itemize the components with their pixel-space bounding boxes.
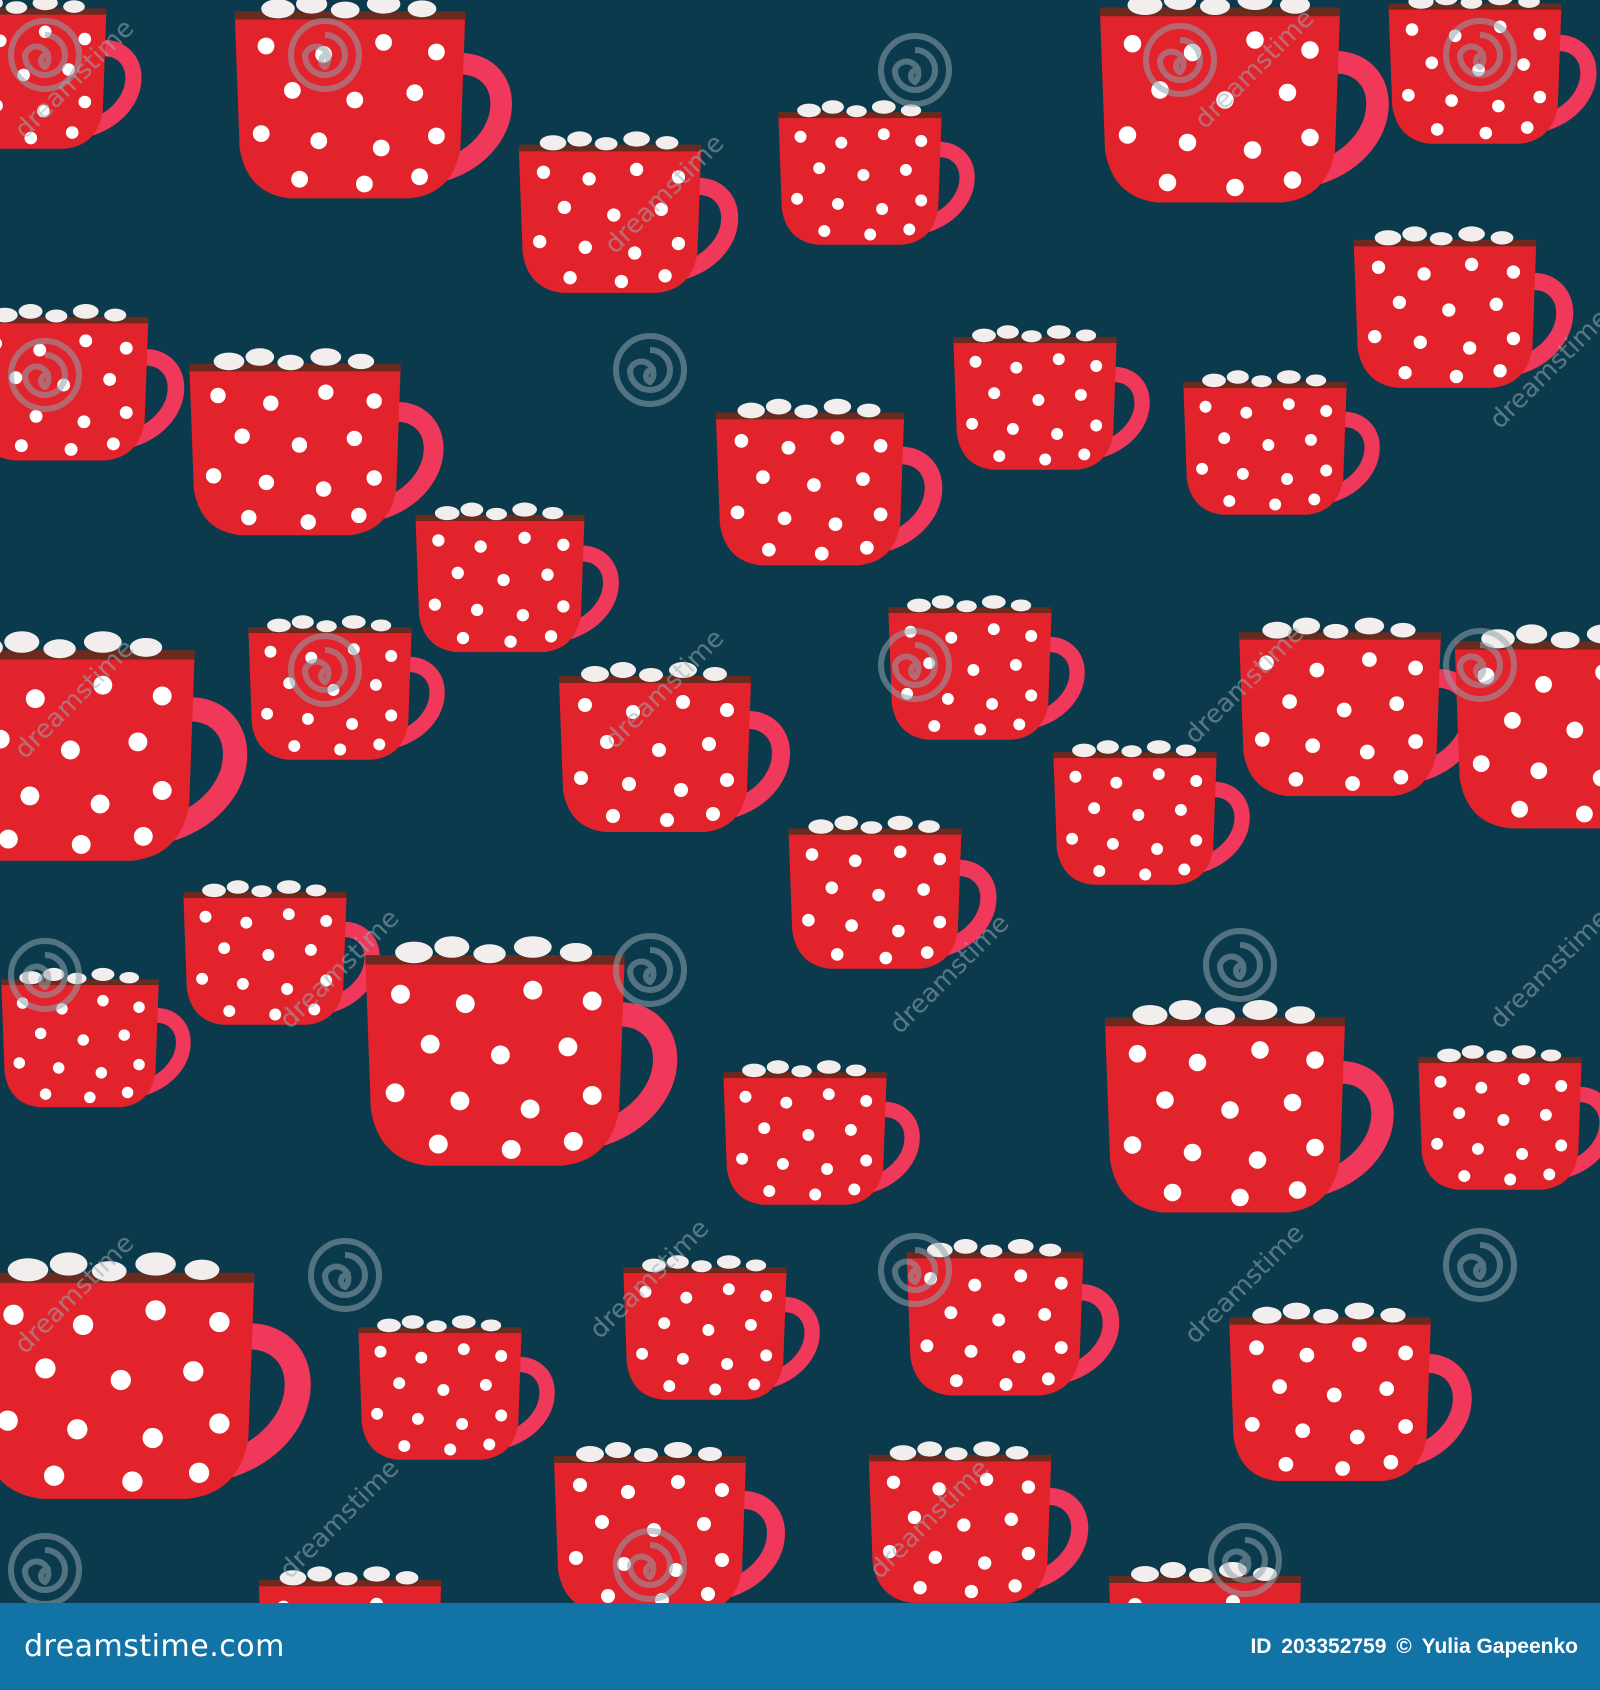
mug bbox=[1418, 1045, 1600, 1190]
mug bbox=[235, 0, 501, 198]
mug bbox=[1105, 1000, 1383, 1213]
image-credit: ID 203352759 © Yulia Gapeenko bbox=[1246, 1635, 1578, 1659]
mug bbox=[778, 100, 967, 245]
mug bbox=[365, 936, 665, 1165]
mug bbox=[723, 1060, 912, 1205]
mug bbox=[953, 325, 1142, 470]
mug-pattern: dreamstime dreamstime dreamstime dreamst… bbox=[0, 0, 1600, 1603]
brand-text: dreamstime.com bbox=[24, 1629, 285, 1664]
mug bbox=[716, 399, 934, 566]
credit-footer: dreamstime.com ID 203352759 © Yulia Gape… bbox=[0, 1603, 1600, 1690]
copyright-symbol: © bbox=[1396, 1634, 1412, 1658]
stock-image: dreamstime dreamstime dreamstime dreamst… bbox=[0, 0, 1600, 1690]
mug bbox=[1053, 740, 1242, 885]
mug bbox=[358, 1315, 547, 1460]
mug bbox=[1229, 1303, 1462, 1482]
mug bbox=[907, 1239, 1111, 1395]
mug bbox=[248, 615, 437, 760]
id-value: 203352759 bbox=[1281, 1634, 1387, 1658]
mug bbox=[189, 348, 433, 535]
mug bbox=[416, 503, 611, 653]
author-name: Yulia Gapeenko bbox=[1421, 1634, 1578, 1658]
mug bbox=[1183, 370, 1372, 515]
id-label: ID bbox=[1250, 1634, 1272, 1658]
